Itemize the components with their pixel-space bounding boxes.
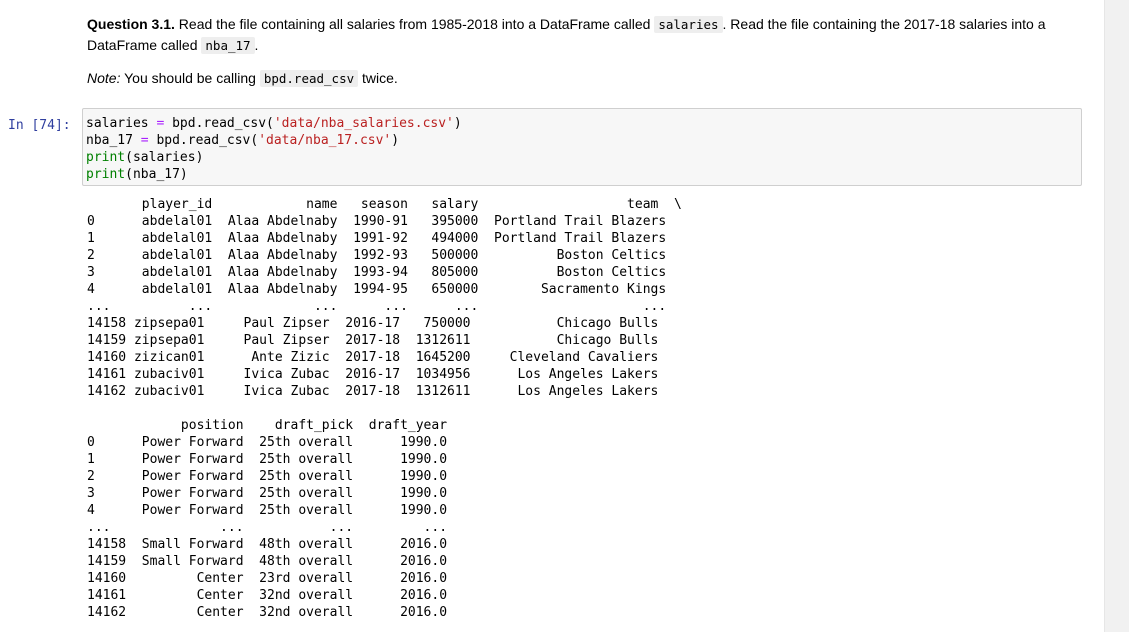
output-line: 3 Power Forward 25th overall 1990.0 [87,486,448,501]
output-line: ... ... ... ... ... ... [87,299,667,314]
output-line: 2 Power Forward 25th overall 1990.0 [87,469,448,484]
vertical-scrollbar[interactable] [1104,0,1129,632]
output-line: 14161 zubaciv01 Ivica Zubac 2016-17 1034… [87,367,659,382]
code-editor[interactable]: salaries = bpd.read_csv('data/nba_salari… [86,115,462,183]
output-line: 14158 Small Forward 48th overall 2016.0 [87,537,448,552]
input-prompt: In [74]: [8,118,71,133]
output-line: position draft_pick draft_year [87,418,448,433]
note-text: You should be calling [120,70,260,86]
output-line: 1 Power Forward 25th overall 1990.0 [87,452,448,467]
output-line: ... ... ... ... [87,520,448,535]
markdown-cell: Question 3.1. Read the file containing a… [87,14,1092,89]
inline-code-nba17: nba_17 [201,37,255,54]
output-line: 0 Power Forward 25th overall 1990.0 [87,435,448,450]
question-text-1: Read the file containing all salaries fr… [174,16,655,32]
code-line-4: print(nba_17) [86,167,188,182]
code-line-2: nba_17 = bpd.read_csv('data/nba_17.csv') [86,133,400,148]
note-end: twice. [358,70,398,86]
inline-code-salaries: salaries [654,16,723,33]
output-line: 14162 zubaciv01 Ivica Zubac 2017-18 1312… [87,384,659,399]
output-line: player_id name season salary team \ [87,197,682,212]
question-paragraph: Question 3.1. Read the file containing a… [87,14,1092,56]
output-line: 14161 Center 32nd overall 2016.0 [87,588,448,603]
output-line: 14159 Small Forward 48th overall 2016.0 [87,554,448,569]
output-line: 14162 Center 32nd overall 2016.0 [87,605,448,620]
output-line: 4 Power Forward 25th overall 1990.0 [87,503,448,518]
question-label: Question 3.1. [87,16,175,32]
code-line-1: salaries = bpd.read_csv('data/nba_salari… [86,116,462,131]
inline-code-read-csv: bpd.read_csv [259,70,359,87]
note-paragraph: Note: You should be calling bpd.read_csv… [87,68,1092,89]
output-line: 14159 zipsepa01 Paul Zipser 2017-18 1312… [87,333,659,348]
output-line: 14160 Center 23rd overall 2016.0 [87,571,448,586]
output-line: 14160 zizican01 Ante Zizic 2017-18 16452… [87,350,659,365]
question-text-3: . [254,37,259,53]
cell-output: player_id name season salary team \ 0 ab… [87,196,682,621]
code-line-3: print(salaries) [86,150,204,165]
note-label: Note: [87,70,121,86]
output-line: 3 abdelal01 Alaa Abdelnaby 1993-94 80500… [87,265,667,280]
output-line: 1 abdelal01 Alaa Abdelnaby 1991-92 49400… [87,231,667,246]
output-line: 2 abdelal01 Alaa Abdelnaby 1992-93 50000… [87,248,667,263]
output-line: 4 abdelal01 Alaa Abdelnaby 1994-95 65000… [87,282,667,297]
output-line: 0 abdelal01 Alaa Abdelnaby 1990-91 39500… [87,214,667,229]
output-line: 14158 zipsepa01 Paul Zipser 2016-17 7500… [87,316,659,331]
